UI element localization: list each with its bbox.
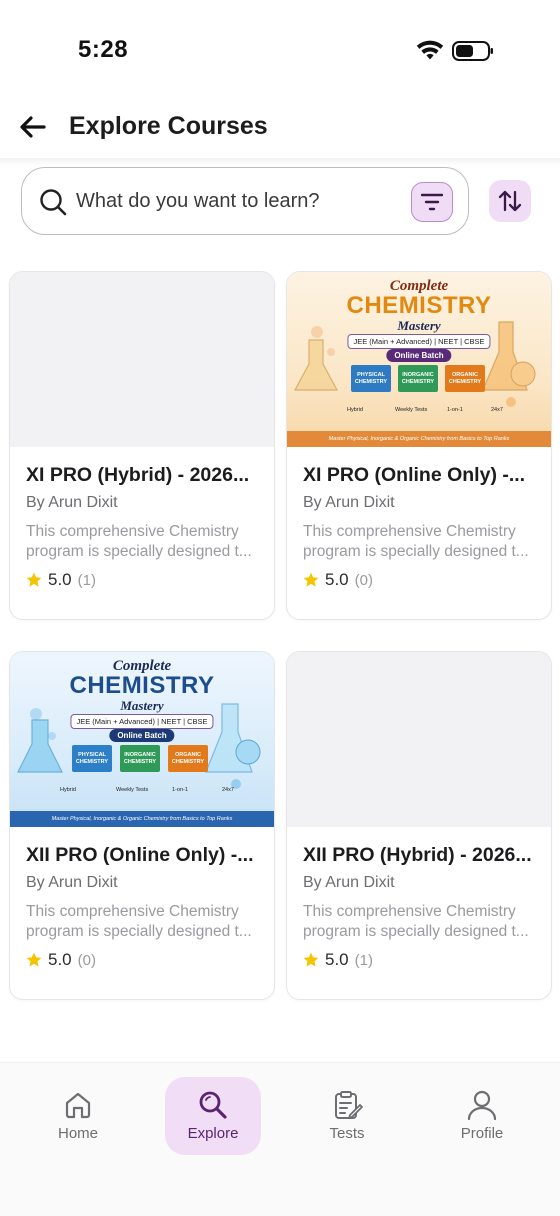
course-title: XII PRO (Hybrid) - 2026...: [303, 844, 532, 866]
banner-book-physical: PHYSICAL CHEMISTRY: [72, 745, 112, 772]
banner-book-organic: ORGANIC CHEMISTRY: [445, 365, 485, 392]
banner-footer: Master Physical, Inorganic & Organic Che…: [287, 431, 551, 447]
search-icon: [40, 189, 67, 216]
rating-count: (0): [354, 571, 373, 589]
status-bar: 5:28: [0, 0, 560, 100]
wifi-icon: [416, 40, 444, 60]
banner-footer: Master Physical, Inorganic & Organic Che…: [10, 811, 274, 827]
course-author: By Arun Dixit: [303, 874, 395, 891]
nav-item-tests[interactable]: Tests: [299, 1077, 395, 1155]
banner-book-organic: ORGANIC CHEMISTRY: [168, 745, 208, 772]
course-author: By Arun Dixit: [303, 494, 395, 511]
banner-exams: JEE (Main + Advanced) | NEET | CBSE: [70, 714, 214, 729]
course-card[interactable]: Complete CHEMISTRY Mastery JEE (Main + A…: [9, 651, 275, 1000]
star-icon: [303, 952, 319, 967]
course-card[interactable]: Complete CHEMISTRY Mastery JEE (Main + A…: [286, 271, 552, 620]
bottom-navigation: Home Explore Tests Profile: [0, 1062, 560, 1216]
chemistry-banner-cool: Complete CHEMISTRY Mastery JEE (Main + A…: [10, 652, 274, 827]
rating-count: (1): [77, 571, 96, 589]
rating-value: 5.0: [325, 950, 349, 969]
rating-value: 5.0: [48, 570, 72, 589]
home-icon: [65, 1092, 91, 1119]
profile-person-icon: [467, 1090, 497, 1121]
star-icon: [303, 572, 319, 587]
banner-mastery: Mastery: [120, 698, 164, 713]
sort-button[interactable]: [489, 180, 531, 222]
banner-chemistry: CHEMISTRY: [69, 672, 215, 699]
banner-batch: Online Batch: [386, 349, 452, 362]
back-arrow-icon[interactable]: [18, 112, 48, 142]
nav-item-profile[interactable]: Profile: [434, 1077, 530, 1155]
rating-count: (0): [77, 951, 96, 969]
header: Explore Courses: [0, 100, 560, 160]
course-card[interactable]: XI PRO (Hybrid) - 2026... By Arun Dixit …: [9, 271, 275, 620]
banner-mastery: Mastery: [397, 318, 441, 333]
banner-batch: Online Batch: [109, 729, 175, 742]
chemistry-banner-warm: Complete CHEMISTRY Mastery JEE (Main + A…: [287, 272, 551, 447]
rating-value: 5.0: [48, 950, 72, 969]
banner-book-inorganic: INORGANIC CHEMISTRY: [398, 365, 438, 392]
search-box[interactable]: [21, 167, 469, 235]
course-author: By Arun Dixit: [26, 874, 118, 891]
banner-features: Hybrid Weekly Tests 1-on-1 24x7: [60, 787, 234, 793]
course-description: This comprehensive Chemistry program is …: [303, 523, 529, 560]
explore-search-icon: [199, 1091, 227, 1119]
filter-button[interactable]: [411, 182, 453, 222]
search-input[interactable]: [76, 168, 396, 234]
sort-arrows-icon: [498, 190, 522, 212]
course-rating: 5.0 (1): [26, 570, 96, 590]
nav-label-profile: Profile: [460, 1125, 504, 1142]
filter-lines-icon: [421, 193, 443, 211]
banner-book-inorganic: INORGANIC CHEMISTRY: [120, 745, 160, 772]
banner-chemistry: CHEMISTRY: [346, 292, 492, 319]
course-thumbnail: Complete CHEMISTRY Mastery JEE (Main + A…: [10, 652, 274, 827]
course-title: XI PRO (Hybrid) - 2026...: [26, 464, 250, 486]
rating-value: 5.0: [325, 570, 349, 589]
star-icon: [26, 952, 42, 967]
page-title: Explore Courses: [69, 112, 268, 140]
tests-clipboard-icon: [335, 1091, 363, 1119]
banner-book-physical: PHYSICAL CHEMISTRY: [351, 365, 391, 392]
course-rating: 5.0 (0): [26, 950, 96, 970]
course-rating: 5.0 (0): [303, 570, 373, 590]
course-description: This comprehensive Chemistry program is …: [26, 903, 252, 940]
course-description: This comprehensive Chemistry program is …: [303, 903, 529, 940]
nav-label-tests: Tests: [329, 1125, 365, 1142]
banner-exams: JEE (Main + Advanced) | NEET | CBSE: [347, 334, 491, 349]
nav-item-home[interactable]: Home: [30, 1077, 126, 1155]
course-title: XII PRO (Online Only) -...: [26, 844, 254, 866]
course-card[interactable]: XII PRO (Hybrid) - 2026... By Arun Dixit…: [286, 651, 552, 1000]
star-icon: [26, 572, 42, 587]
course-thumbnail-placeholder: [10, 272, 274, 447]
course-thumbnail-placeholder: [287, 652, 551, 827]
course-description: This comprehensive Chemistry program is …: [26, 523, 252, 560]
rating-count: (1): [354, 951, 373, 969]
nav-label-explore: Explore: [187, 1125, 239, 1142]
battery-icon: [452, 41, 493, 61]
banner-features: Hybrid Weekly Tests 1-on-1 24x7: [347, 407, 503, 413]
course-thumbnail: Complete CHEMISTRY Mastery JEE (Main + A…: [287, 272, 551, 447]
status-time: 5:28: [78, 36, 129, 63]
course-rating: 5.0 (1): [303, 950, 373, 970]
nav-label-home: Home: [57, 1125, 98, 1142]
course-title: XI PRO (Online Only) -...: [303, 464, 526, 486]
nav-item-explore[interactable]: Explore: [165, 1077, 261, 1155]
header-divider: [0, 158, 560, 166]
course-author: By Arun Dixit: [26, 494, 118, 511]
